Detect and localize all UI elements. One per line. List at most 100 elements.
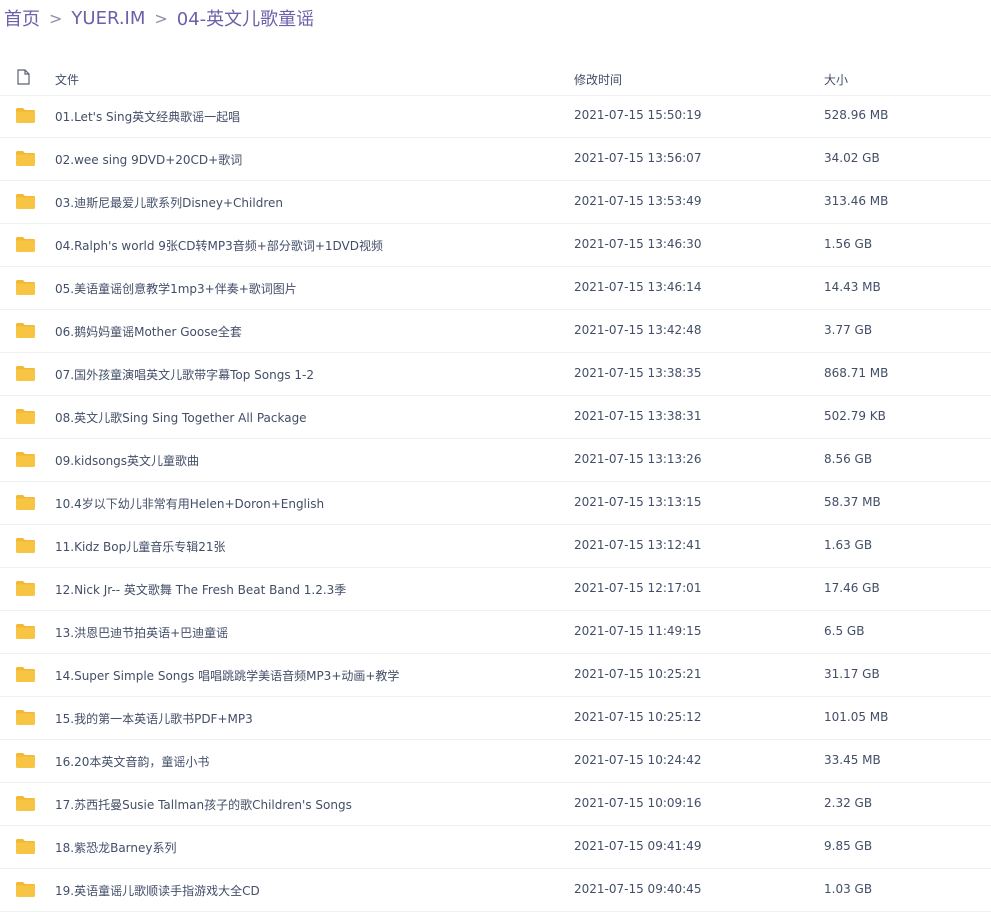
table-row[interactable]: 03.迪斯尼最爱儿歌系列Disney+Children 2021-07-15 13…	[0, 181, 991, 224]
table-row[interactable]: 02.wee sing 9DVD+20CD+歌词 2021-07-15 13:56…	[0, 138, 991, 181]
file-size: 1.03 GB	[824, 882, 873, 896]
file-name[interactable]: 13.洪恩巴迪节拍英语+巴迪童谣	[55, 624, 228, 641]
table-row[interactable]: 11.Kidz Bop儿童音乐专辑21张 2021-07-15 13:12:41 1…	[0, 525, 991, 568]
file-size: 101.05 MB	[824, 710, 889, 724]
column-header-modified[interactable]: 修改时间	[574, 71, 622, 88]
folder-icon	[16, 366, 35, 381]
folder-icon	[16, 710, 35, 725]
table-row[interactable]: 16.20本英文音韵，童谣小书 2021-07-15 10:24:42 33.45 …	[0, 740, 991, 783]
file-name[interactable]: 18.紫恐龙Barney系列	[55, 839, 176, 856]
modified-time: 2021-07-15 13:46:30	[574, 237, 702, 251]
file-list: 01.Let's Sing英文经典歌谣一起唱 2021-07-15 15:50:1…	[0, 95, 991, 912]
modified-time: 2021-07-15 10:09:16	[574, 796, 702, 810]
file-size: 34.02 GB	[824, 151, 880, 165]
table-row[interactable]: 05.美语童谣创意教学1mp3+伴奏+歌词图片 2021-07-15 13:46:…	[0, 267, 991, 310]
folder-body	[16, 541, 35, 553]
modified-time: 2021-07-15 13:13:15	[574, 495, 702, 509]
breadcrumb-separator: >	[154, 8, 168, 28]
file-name[interactable]: 05.美语童谣创意教学1mp3+伴奏+歌词图片	[55, 280, 297, 297]
file-name[interactable]: 03.迪斯尼最爱儿歌系列Disney+Children	[55, 194, 283, 211]
file-name[interactable]: 09.kidsongs英文儿童歌曲	[55, 452, 199, 469]
breadcrumb-separator: >	[49, 8, 63, 28]
folder-body	[16, 584, 35, 596]
folder-icon	[16, 452, 35, 467]
file-name[interactable]: 15.我的第一本英语儿歌书PDF+MP3	[55, 710, 253, 727]
modified-time: 2021-07-15 10:25:21	[574, 667, 702, 681]
table-row[interactable]: 18.紫恐龙Barney系列 2021-07-15 09:41:49 9.85 GB	[0, 826, 991, 869]
table-row[interactable]: 01.Let's Sing英文经典歌谣一起唱 2021-07-15 15:50:1…	[0, 95, 991, 138]
folder-icon	[16, 667, 35, 682]
file-name[interactable]: 17.苏西托曼Susie Tallman孩子的歌Children's Songs	[55, 796, 352, 813]
modified-time: 2021-07-15 09:40:45	[574, 882, 702, 896]
folder-body	[16, 627, 35, 639]
folder-icon	[16, 839, 35, 854]
folder-body	[16, 369, 35, 381]
table-row[interactable]: 12.Nick Jr-- 英文歌舞 The Fresh Beat Band 1.…	[0, 568, 991, 611]
folder-icon	[16, 151, 35, 166]
file-icon	[17, 69, 30, 85]
table-row[interactable]: 07.国外孩童演唱英文儿歌带字幕Top Songs 1-2 2021-07-15 …	[0, 353, 991, 396]
breadcrumb-yuer[interactable]: YUER.IM	[71, 8, 145, 29]
file-size: 313.46 MB	[824, 194, 889, 208]
file-name[interactable]: 08.英文儿歌Sing Sing Together All Package	[55, 409, 307, 426]
folder-icon	[16, 624, 35, 639]
breadcrumb-current-folder: 04-英文儿歌童谣	[176, 9, 315, 30]
file-name[interactable]: 10.4岁以下幼儿非常有用Helen+Doron+English	[55, 495, 324, 512]
modified-time: 2021-07-15 15:50:19	[574, 108, 702, 122]
folder-body	[16, 885, 35, 897]
file-size: 6.5 GB	[824, 624, 865, 638]
file-name[interactable]: 04.Ralph's world 9张CD转MP3音频+部分歌词+1DVD视频	[55, 237, 383, 254]
modified-time: 2021-07-15 13:38:31	[574, 409, 702, 423]
folder-icon	[16, 538, 35, 553]
file-name[interactable]: 11.Kidz Bop儿童音乐专辑21张	[55, 538, 225, 555]
folder-body	[16, 799, 35, 811]
file-size: 3.77 GB	[824, 323, 873, 337]
column-header-size[interactable]: 大小	[824, 71, 848, 88]
folder-body	[16, 283, 35, 295]
file-name[interactable]: 01.Let's Sing英文经典歌谣一起唱	[55, 108, 240, 125]
folder-body	[16, 154, 35, 166]
column-header-name[interactable]: 文件	[55, 71, 79, 88]
folder-icon	[16, 323, 35, 338]
table-row[interactable]: 14.Super Simple Songs 唱唱跳跳学美语音频MP3+动画+教学…	[0, 654, 991, 697]
folder-body	[16, 455, 35, 467]
modified-time: 2021-07-15 10:24:42	[574, 753, 702, 767]
file-name[interactable]: 06.鹅妈妈童谣Mother Goose全套	[55, 323, 242, 340]
file-name[interactable]: 07.国外孩童演唱英文儿歌带字幕Top Songs 1-2	[55, 366, 314, 383]
file-size: 1.56 GB	[824, 237, 873, 251]
file-name[interactable]: 14.Super Simple Songs 唱唱跳跳学美语音频MP3+动画+教学	[55, 667, 399, 684]
table-row[interactable]: 10.4岁以下幼儿非常有用Helen+Doron+English 2021-07-…	[0, 482, 991, 525]
file-size: 8.56 GB	[824, 452, 873, 466]
modified-time: 2021-07-15 13:38:35	[574, 366, 702, 380]
folder-icon	[16, 796, 35, 811]
table-row[interactable]: 15.我的第一本英语儿歌书PDF+MP3 2021-07-15 10:25:12 1…	[0, 697, 991, 740]
file-size: 528.96 MB	[824, 108, 889, 122]
folder-icon	[16, 581, 35, 596]
table-row[interactable]: 06.鹅妈妈童谣Mother Goose全套 2021-07-15 13:42:4…	[0, 310, 991, 353]
folder-body	[16, 111, 35, 123]
file-name[interactable]: 19.英语童谣儿歌顺读手指游戏大全CD	[55, 882, 260, 899]
file-size: 868.71 MB	[824, 366, 889, 380]
folder-icon	[16, 237, 35, 252]
file-name[interactable]: 16.20本英文音韵，童谣小书	[55, 753, 209, 770]
folder-icon	[16, 409, 35, 424]
table-row[interactable]: 13.洪恩巴迪节拍英语+巴迪童谣 2021-07-15 11:49:15 6.5 G…	[0, 611, 991, 654]
folder-body	[16, 713, 35, 725]
table-row[interactable]: 08.英文儿歌Sing Sing Together All Package 202…	[0, 396, 991, 439]
folder-icon	[16, 753, 35, 768]
folder-body	[16, 842, 35, 854]
modified-time: 2021-07-15 13:13:26	[574, 452, 702, 466]
file-size: 14.43 MB	[824, 280, 881, 294]
modified-time: 2021-07-15 13:46:14	[574, 280, 702, 294]
table-row[interactable]: 04.Ralph's world 9张CD转MP3音频+部分歌词+1DVD视频 2…	[0, 224, 991, 267]
file-size: 31.17 GB	[824, 667, 880, 681]
folder-icon	[16, 194, 35, 209]
file-name[interactable]: 12.Nick Jr-- 英文歌舞 The Fresh Beat Band 1.…	[55, 581, 346, 598]
breadcrumb-home[interactable]: 首页	[4, 5, 40, 31]
table-row[interactable]: 19.英语童谣儿歌顺读手指游戏大全CD 2021-07-15 09:40:45 1.…	[0, 869, 991, 912]
file-size: 9.85 GB	[824, 839, 873, 853]
file-name[interactable]: 02.wee sing 9DVD+20CD+歌词	[55, 151, 242, 168]
table-row[interactable]: 09.kidsongs英文儿童歌曲 2021-07-15 13:13:26 8.56…	[0, 439, 991, 482]
modified-time: 2021-07-15 12:17:01	[574, 581, 702, 595]
table-row[interactable]: 17.苏西托曼Susie Tallman孩子的歌Children's Songs…	[0, 783, 991, 826]
